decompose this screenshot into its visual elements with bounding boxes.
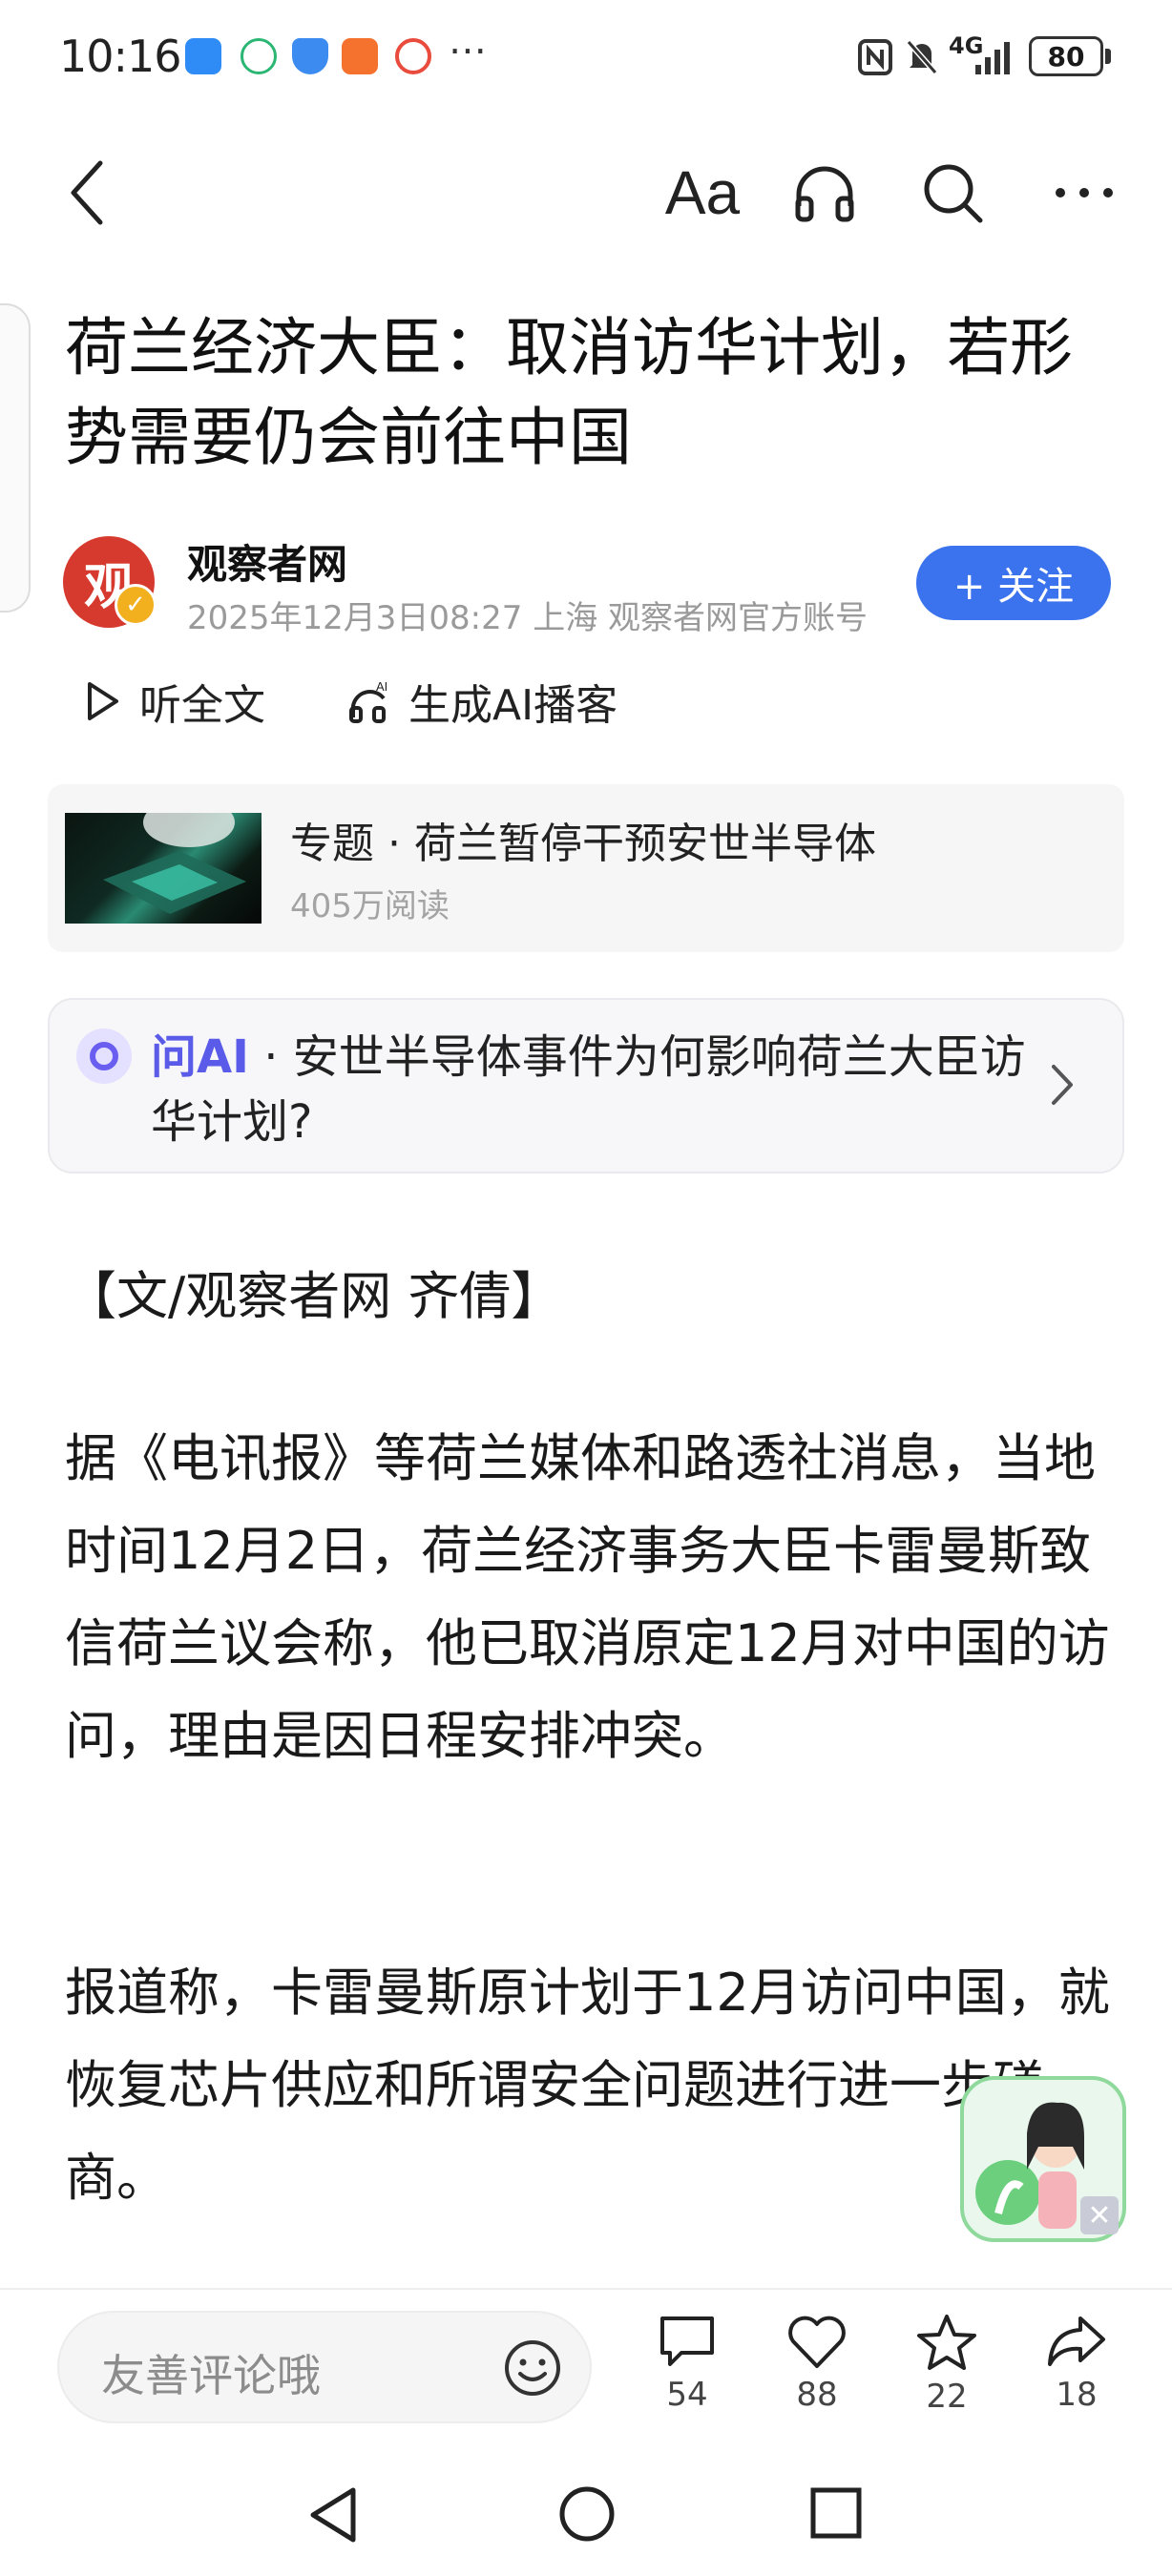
bottom-divider (0, 2288, 1172, 2290)
heart-icon (788, 2316, 846, 2368)
comment-input[interactable]: 友善评论哦 (57, 2311, 592, 2423)
favorite-button[interactable]: 22 (899, 2313, 994, 2416)
follow-button[interactable]: + 关注 (916, 546, 1111, 620)
chip-image (103, 813, 246, 914)
more-button[interactable] (1046, 153, 1122, 233)
listen-full-button[interactable]: 听全文 (84, 668, 265, 735)
back-arrow-icon (71, 160, 103, 225)
shares-count: 18 (1056, 2376, 1098, 2414)
more-notifications-icon: ⋯ (449, 29, 487, 73)
more-icon (1056, 188, 1113, 197)
status-time: 10:16 (59, 31, 182, 82)
close-assistant-button[interactable]: ✕ (1080, 2196, 1119, 2234)
ai-podcast-icon: AI (349, 679, 387, 723)
ask-ai-brand: 问AI (151, 1030, 250, 1084)
shield-app-icon (292, 38, 328, 74)
font-size-button[interactable]: Aa (655, 151, 750, 235)
favorites-count: 22 (926, 2378, 968, 2416)
listen-button[interactable] (788, 153, 861, 233)
signal-icon (975, 42, 1010, 74)
headphones-icon (795, 166, 854, 222)
side-panel-handle[interactable] (0, 303, 31, 613)
star-icon (917, 2315, 976, 2370)
topic-card[interactable]: 专题 · 荷兰暂停干预安世半导体 405万阅读 (48, 784, 1124, 952)
battery-tip (1105, 49, 1111, 64)
message-app-icon (185, 38, 221, 74)
play-icon (88, 682, 118, 720)
battery-indicator: 80 (1029, 36, 1103, 76)
comments-count: 54 (666, 2376, 708, 2414)
comments-button[interactable]: 54 (639, 2313, 735, 2414)
nav-back-icon[interactable] (305, 2484, 363, 2545)
chevron-right-icon (1052, 1065, 1073, 1105)
color-app-icon (395, 38, 431, 74)
likes-count: 88 (796, 2376, 838, 2414)
ask-ai-question: · 安世半导体事件为何影响荷兰大臣访华计划? (151, 1030, 1026, 1149)
verified-badge-icon: ✓ (115, 584, 157, 626)
app-notification-icon (241, 38, 277, 74)
topic-reads: 405万阅读 (290, 887, 450, 925)
ai-logo-icon (76, 1028, 132, 1084)
ask-ai-card[interactable]: 问AI · 安世半导体事件为何影响荷兰大臣访华计划? (48, 998, 1124, 1174)
back-button[interactable] (53, 153, 120, 233)
share-button[interactable]: 18 (1029, 2313, 1124, 2414)
emoji-icon[interactable] (502, 2337, 563, 2399)
nfc-icon (858, 39, 892, 75)
publish-meta: 2025年12月3日08:27 上海 观察者网官方账号 (187, 599, 869, 637)
comment-icon (660, 2316, 714, 2366)
ask-ai-text: 问AI · 安世半导体事件为何影响荷兰大臣访华计划? (151, 1025, 1038, 1154)
author-name[interactable]: 观察者网 (187, 532, 347, 591)
nav-recents-icon[interactable] (807, 2484, 865, 2542)
nav-home-icon[interactable] (557, 2484, 617, 2544)
byline-paragraph: 【文/观察者网 齐倩】 (65, 1266, 563, 1326)
article-headline: 荷兰经济大臣：取消访华计划，若形势需要仍会前往中国 (65, 311, 1073, 474)
orange-app-icon (342, 38, 378, 74)
mute-bell-icon (906, 40, 938, 74)
ai-podcast-button[interactable]: AI 生成AI播客 (347, 668, 617, 735)
search-button[interactable] (916, 153, 989, 233)
ai-podcast-label: 生成AI播客 (408, 681, 618, 730)
share-icon (1048, 2316, 1105, 2366)
listen-full-label: 听全文 (139, 681, 265, 730)
body-paragraph: 据《电讯报》等荷兰媒体和路透社消息，当地时间12月2日，荷兰经济事务大臣卡雷曼斯… (65, 1428, 1110, 1766)
topic-thumbnail (65, 813, 262, 924)
svg-text:AI: AI (376, 679, 387, 694)
search-icon (924, 164, 983, 223)
like-button[interactable]: 88 (769, 2313, 865, 2414)
body-paragraph: 报道称，卡雷曼斯原计划于12月访问中国，就恢复芯片供应和所谓安全问题进行进一步磋… (65, 1963, 1110, 2208)
comment-placeholder: 友善评论哦 (101, 2350, 321, 2401)
topic-title: 专题 · 荷兰暂停干预安世半导体 (290, 820, 876, 868)
